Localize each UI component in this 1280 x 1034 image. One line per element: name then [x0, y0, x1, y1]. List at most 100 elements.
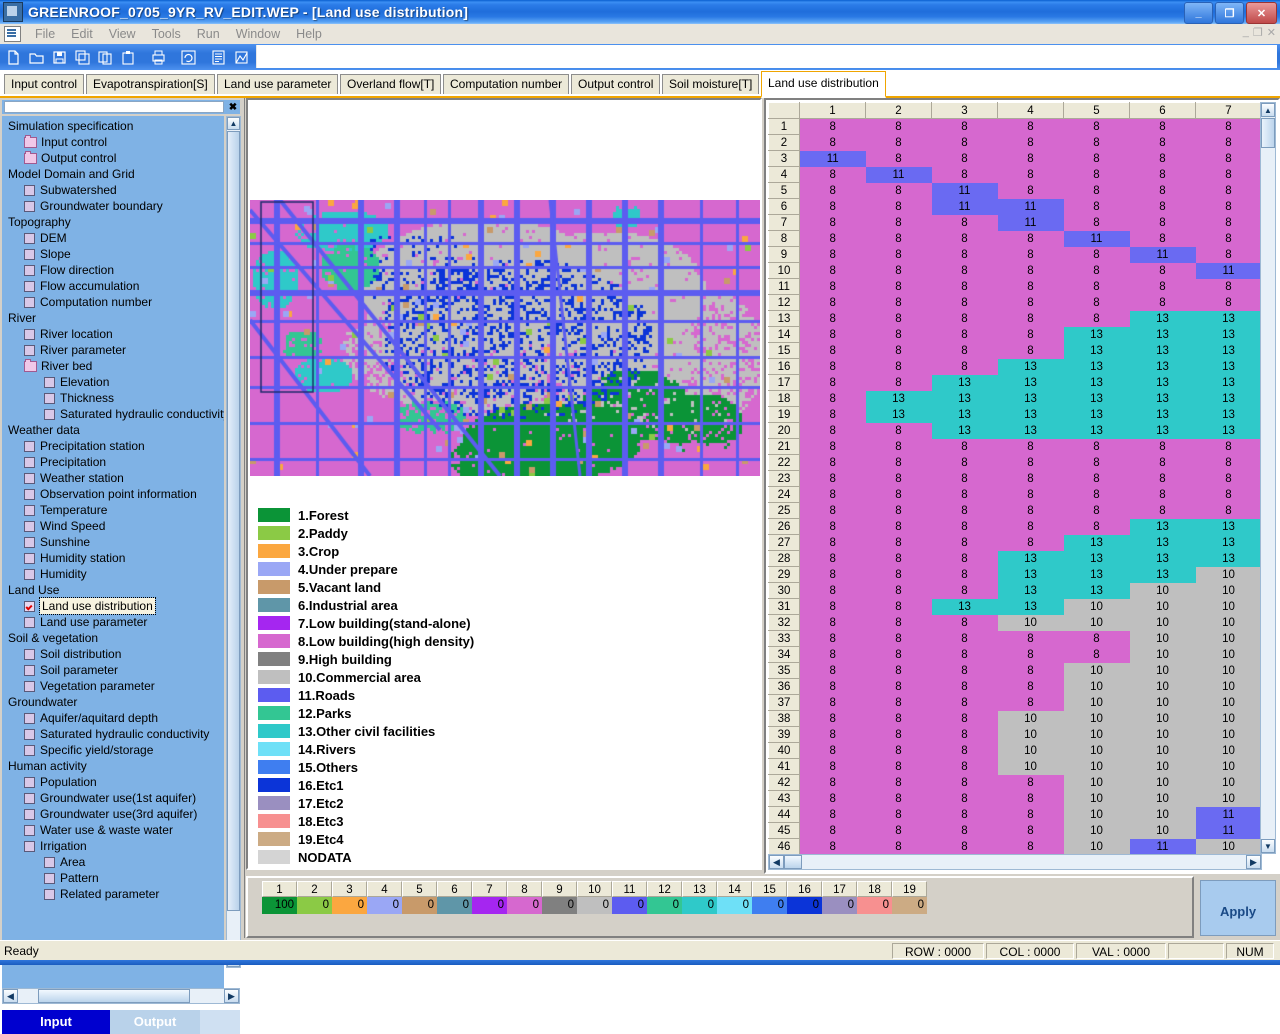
- grid-row-header[interactable]: 23: [768, 470, 800, 487]
- grid-cell[interactable]: 8: [931, 150, 998, 167]
- grid-cell[interactable]: 8: [865, 310, 932, 327]
- grid-cell[interactable]: 10: [1129, 726, 1196, 743]
- grid-row-header[interactable]: 41: [768, 758, 800, 775]
- grid-cell[interactable]: 8: [1063, 118, 1130, 135]
- palette-value[interactable]: 0: [472, 897, 507, 914]
- grid-row-header[interactable]: 10: [768, 262, 800, 279]
- grid-cell[interactable]: 11: [931, 182, 998, 199]
- grid-cell[interactable]: 13: [1063, 422, 1130, 439]
- grid-cell[interactable]: 8: [931, 502, 998, 519]
- menu-run[interactable]: Run: [189, 26, 228, 42]
- grid-scroll-left-arrow[interactable]: ◀: [769, 855, 784, 869]
- grid-cell[interactable]: 13: [997, 374, 1064, 391]
- grid-cell[interactable]: 13: [1129, 326, 1196, 343]
- save-icon[interactable]: [49, 47, 70, 68]
- grid-cell[interactable]: 10: [1195, 678, 1262, 695]
- tree-item-related-parameter[interactable]: Related parameter: [2, 886, 224, 902]
- palette-column[interactable]: 10 0: [577, 881, 612, 914]
- grid-cell[interactable]: 8: [931, 614, 998, 631]
- scroll-left-arrow[interactable]: ◀: [3, 989, 18, 1003]
- palette-column[interactable]: 19 0: [892, 881, 927, 914]
- grid-cell[interactable]: 8: [799, 118, 866, 135]
- checkbox-icon[interactable]: [24, 728, 35, 740]
- tab-land-use-distribution[interactable]: Land use distribution: [761, 71, 886, 98]
- palette-value[interactable]: 100: [262, 897, 297, 914]
- grid-cell[interactable]: 8: [799, 342, 866, 359]
- grid-cell[interactable]: 10: [1129, 774, 1196, 791]
- grid-cell[interactable]: 8: [1063, 278, 1130, 295]
- grid-cell[interactable]: 13: [931, 374, 998, 391]
- grid-cell[interactable]: 8: [1195, 470, 1262, 487]
- grid-column-header[interactable]: 1: [799, 102, 866, 119]
- grid-cell[interactable]: 10: [1129, 678, 1196, 695]
- grid-cell[interactable]: 8: [865, 438, 932, 455]
- grid-cell[interactable]: 8: [931, 230, 998, 247]
- grid-cell[interactable]: 8: [799, 262, 866, 279]
- grid-cell[interactable]: 8: [1195, 166, 1262, 183]
- grid-row-header[interactable]: 24: [768, 486, 800, 503]
- checkbox-icon[interactable]: [44, 408, 55, 420]
- grid-cell[interactable]: 8: [799, 630, 866, 647]
- grid-cell[interactable]: 8: [799, 182, 866, 199]
- tree-item-temperature[interactable]: Temperature: [2, 502, 224, 518]
- grid-cell[interactable]: 8: [1129, 118, 1196, 135]
- grid-cell[interactable]: 8: [931, 278, 998, 295]
- grid-cell[interactable]: 10: [1129, 710, 1196, 727]
- grid-cell[interactable]: 13: [997, 358, 1064, 375]
- menu-tools[interactable]: Tools: [144, 26, 189, 42]
- grid-cell[interactable]: 11: [1063, 230, 1130, 247]
- grid-cell[interactable]: 13: [1129, 406, 1196, 423]
- grid-cell[interactable]: 8: [865, 550, 932, 567]
- grid-cell[interactable]: 13: [1195, 390, 1262, 407]
- tree-item-model-domain-and-grid[interactable]: Model Domain and Grid: [2, 166, 224, 182]
- tab-input-control[interactable]: Input control: [4, 74, 85, 94]
- grid-cell[interactable]: 10: [1195, 838, 1262, 854]
- grid-cell[interactable]: 13: [997, 582, 1064, 599]
- grid-cell[interactable]: 8: [865, 294, 932, 311]
- palette-column[interactable]: 18 0: [857, 881, 892, 914]
- grid-cell[interactable]: 13: [1063, 358, 1130, 375]
- grid-cell[interactable]: 13: [865, 406, 932, 423]
- grid-row-header[interactable]: 3: [768, 150, 800, 167]
- grid-cell[interactable]: 8: [865, 374, 932, 391]
- grid-column-header[interactable]: 4: [997, 102, 1064, 119]
- checkbox-icon[interactable]: [24, 648, 35, 660]
- tree-item-precipitation[interactable]: Precipitation: [2, 454, 224, 470]
- checkbox-icon[interactable]: [24, 232, 35, 244]
- palette-column[interactable]: 11 0: [612, 881, 647, 914]
- tree-item-topography[interactable]: Topography: [2, 214, 224, 230]
- grid-cell[interactable]: 8: [1129, 230, 1196, 247]
- grid-scroll-down-arrow[interactable]: ▼: [1261, 839, 1275, 853]
- grid-cell[interactable]: 8: [799, 246, 866, 263]
- grid-cell[interactable]: 8: [1195, 294, 1262, 311]
- tree-item-thickness[interactable]: Thickness: [2, 390, 224, 406]
- grid-cell[interactable]: 8: [799, 790, 866, 807]
- grid-row-header[interactable]: 15: [768, 342, 800, 359]
- palette-column[interactable]: 50: [402, 881, 437, 914]
- tree-item-soil-parameter[interactable]: Soil parameter: [2, 662, 224, 678]
- grid-cell[interactable]: 8: [865, 758, 932, 775]
- grid-cell[interactable]: 8: [997, 790, 1064, 807]
- grid-cell[interactable]: 8: [865, 726, 932, 743]
- palette-value[interactable]: 0: [507, 897, 542, 914]
- print-icon[interactable]: [148, 47, 169, 68]
- grid-cell[interactable]: 8: [1063, 518, 1130, 535]
- tree-item-sunshine[interactable]: Sunshine: [2, 534, 224, 550]
- grid-cell[interactable]: 8: [1129, 134, 1196, 151]
- grid-cell[interactable]: 8: [799, 822, 866, 839]
- grid-row-header[interactable]: 11: [768, 278, 800, 295]
- grid-cell[interactable]: 8: [1129, 470, 1196, 487]
- grid-cell[interactable]: 8: [865, 358, 932, 375]
- grid-cell[interactable]: 13: [1063, 566, 1130, 583]
- grid-cell[interactable]: 8: [997, 454, 1064, 471]
- grid-cell[interactable]: 13: [1129, 358, 1196, 375]
- grid-row-header[interactable]: 45: [768, 822, 800, 839]
- grid-row-header[interactable]: 18: [768, 390, 800, 407]
- grid-cell[interactable]: 8: [799, 806, 866, 823]
- palette-value[interactable]: 0: [437, 897, 472, 914]
- grid-cell[interactable]: 8: [997, 262, 1064, 279]
- grid-cell[interactable]: 8: [865, 422, 932, 439]
- checkbox-icon[interactable]: [24, 200, 35, 212]
- grid-cell[interactable]: 10: [1195, 742, 1262, 759]
- tab-overland-flow-t[interactable]: Overland flow[T]: [340, 74, 442, 94]
